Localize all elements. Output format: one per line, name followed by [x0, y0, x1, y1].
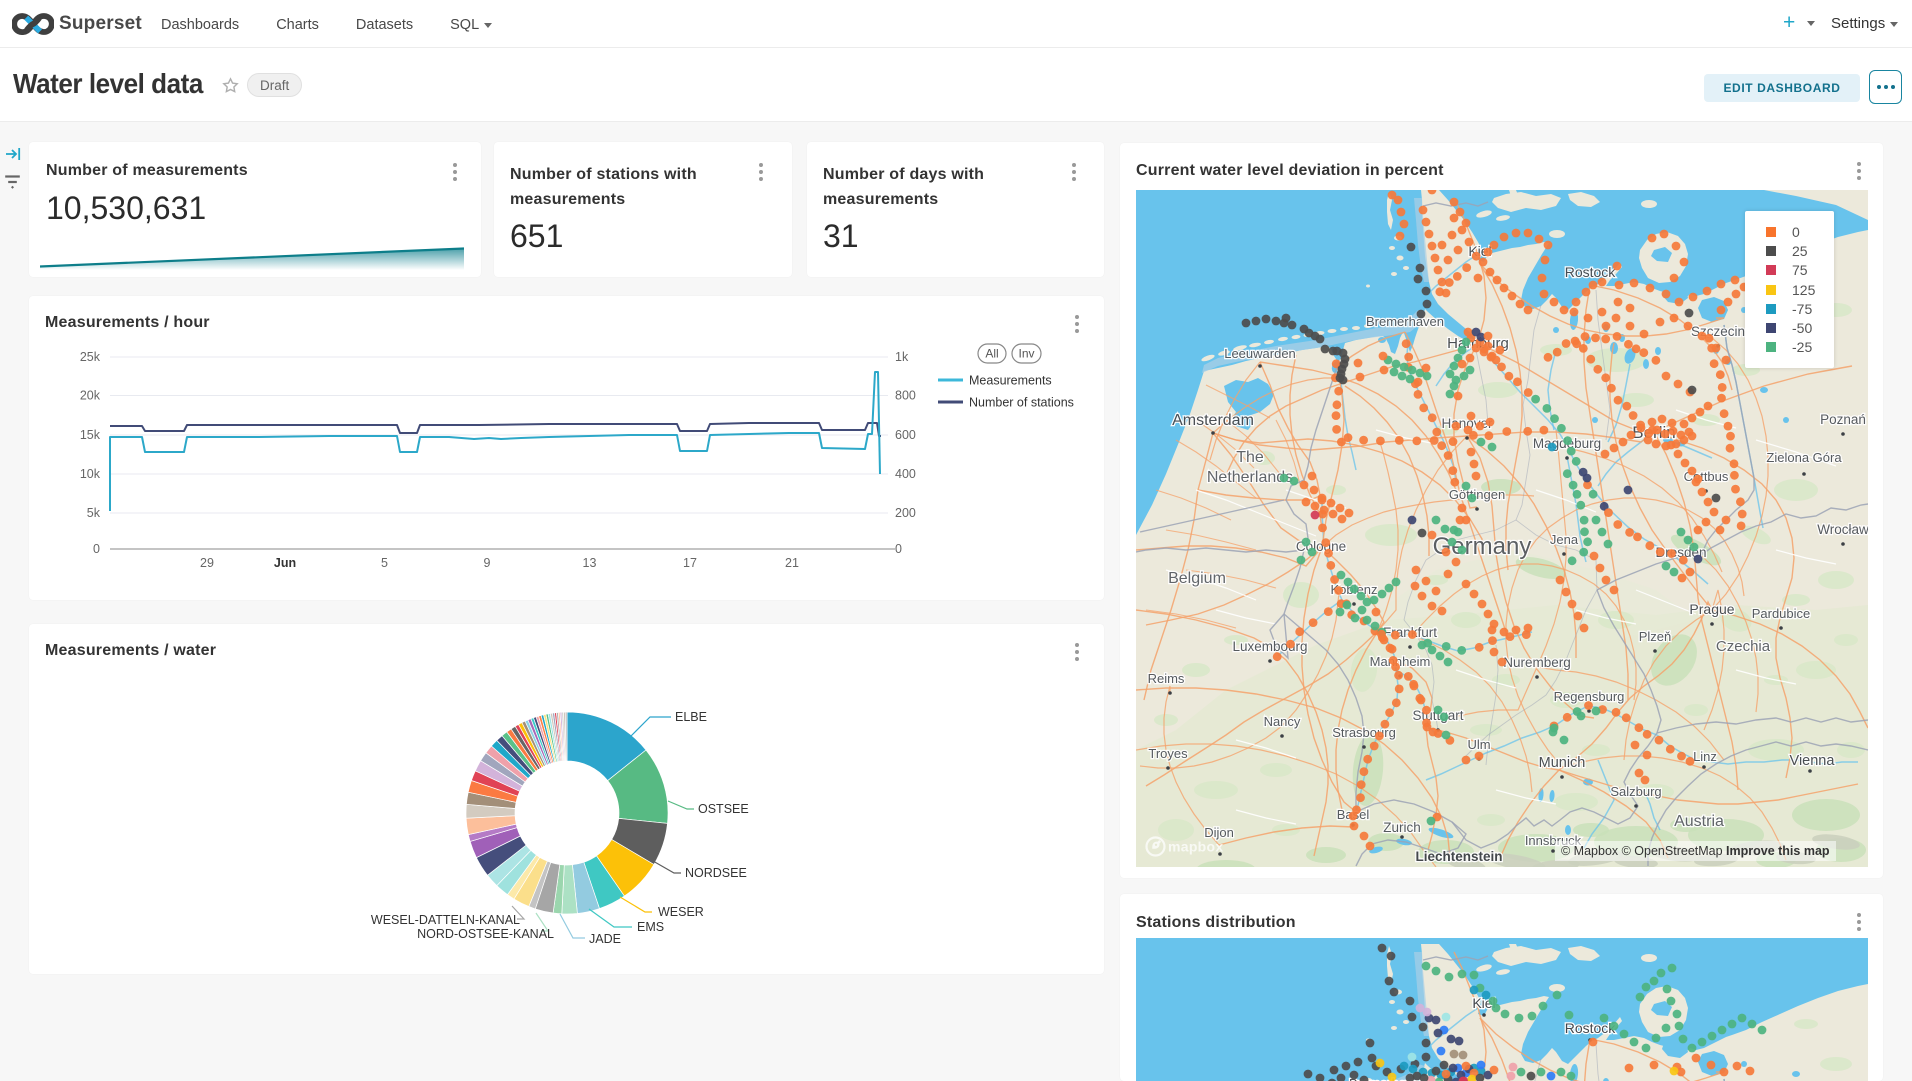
- svg-text:Salzburg: Salzburg: [1610, 784, 1661, 799]
- svg-text:Austria: Austria: [1674, 813, 1724, 830]
- svg-text:Bremerhaven: Bremerhaven: [1366, 314, 1444, 329]
- svg-text:JADE: JADE: [589, 932, 621, 946]
- svg-text:Wrocław: Wrocław: [1817, 522, 1868, 537]
- svg-text:Pardubice: Pardubice: [1752, 606, 1811, 621]
- svg-text:Reims: Reims: [1148, 671, 1185, 686]
- svg-text:mapbox: mapbox: [1168, 839, 1223, 855]
- svg-text:Nancy: Nancy: [1264, 714, 1301, 729]
- svg-text:Belgium: Belgium: [1168, 570, 1226, 587]
- svg-text:NORDSEE: NORDSEE: [685, 866, 747, 880]
- svg-text:Zielona Góra: Zielona Góra: [1766, 450, 1842, 465]
- svg-text:Vienna: Vienna: [1790, 753, 1836, 769]
- svg-text:Rostock: Rostock: [1565, 1020, 1617, 1036]
- svg-text:Zurich: Zurich: [1383, 820, 1421, 835]
- svg-text:Leeuwarden: Leeuwarden: [1224, 346, 1296, 361]
- svg-text:The: The: [1236, 449, 1264, 466]
- svg-text:Prague: Prague: [1689, 601, 1734, 617]
- svg-text:Munich: Munich: [1539, 755, 1586, 771]
- svg-text:Mannheim: Mannheim: [1370, 654, 1431, 669]
- svg-text:Amsterdam: Amsterdam: [1172, 412, 1254, 429]
- svg-text:Linz: Linz: [1693, 749, 1717, 764]
- svg-text:Jena: Jena: [1550, 532, 1579, 547]
- svg-text:Poznań: Poznań: [1820, 412, 1866, 427]
- svg-text:WESEL-DATTELN-KANAL: WESEL-DATTELN-KANAL: [371, 913, 520, 927]
- svg-text:Czechia: Czechia: [1716, 638, 1771, 655]
- svg-text:NORD-OSTSEE-KANAL: NORD-OSTSEE-KANAL: [417, 927, 554, 941]
- svg-text:Troyes: Troyes: [1148, 746, 1188, 761]
- svg-text:Göttingen: Göttingen: [1449, 487, 1505, 502]
- svg-text:WESER: WESER: [658, 905, 704, 919]
- svg-text:Ulm: Ulm: [1467, 737, 1490, 752]
- svg-text:ELBE: ELBE: [675, 710, 707, 724]
- svg-text:OSTSEE: OSTSEE: [698, 802, 749, 816]
- svg-text:Rostock: Rostock: [1565, 264, 1617, 280]
- svg-text:EMS: EMS: [637, 920, 664, 934]
- svg-text:Plzeň: Plzeň: [1639, 629, 1672, 644]
- svg-text:Luxembourg: Luxembourg: [1232, 639, 1307, 654]
- svg-text:Liechtenstein: Liechtenstein: [1415, 849, 1502, 864]
- svg-text:Nuremberg: Nuremberg: [1503, 655, 1571, 670]
